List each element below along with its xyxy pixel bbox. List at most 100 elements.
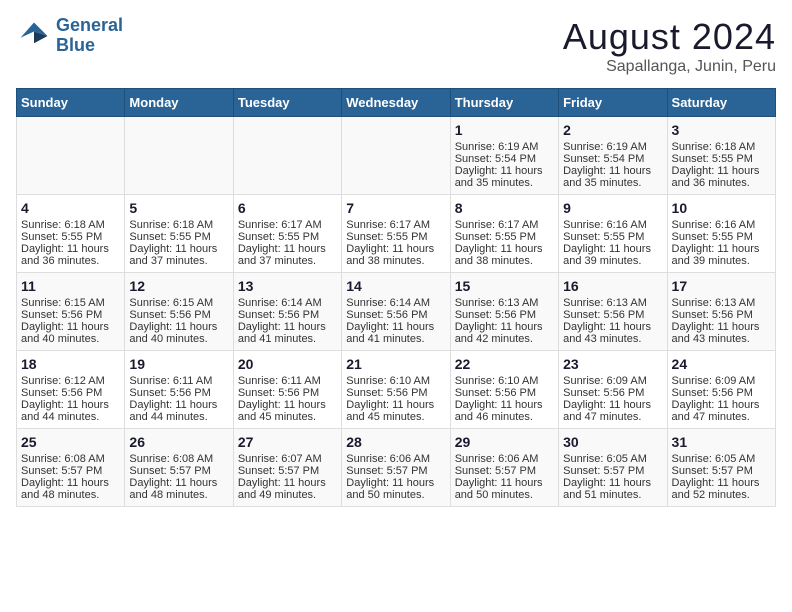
calendar-week-row: 1Sunrise: 6:19 AMSunset: 5:54 PMDaylight… [17,117,776,195]
day-info: Sunrise: 6:18 AM [21,219,120,231]
day-info: and 37 minutes. [238,255,337,267]
calendar-cell: 12Sunrise: 6:15 AMSunset: 5:56 PMDayligh… [125,273,233,351]
day-info: Sunset: 5:56 PM [238,387,337,399]
day-info: Sunrise: 6:07 AM [238,453,337,465]
day-info: Daylight: 11 hours [563,399,662,411]
day-info: Sunset: 5:56 PM [129,309,228,321]
calendar-cell: 14Sunrise: 6:14 AMSunset: 5:56 PMDayligh… [342,273,450,351]
day-info: Sunset: 5:56 PM [346,387,445,399]
day-info: Sunset: 5:57 PM [238,465,337,477]
day-number: 23 [563,356,662,372]
day-header-tuesday: Tuesday [233,89,341,117]
calendar-cell: 18Sunrise: 6:12 AMSunset: 5:56 PMDayligh… [17,351,125,429]
day-number: 24 [672,356,771,372]
calendar-cell: 23Sunrise: 6:09 AMSunset: 5:56 PMDayligh… [559,351,667,429]
calendar-cell: 10 Sunrise: 6:16 AMSunset: 5:55 PMDayligh… [667,195,775,273]
day-info: Daylight: 11 hours [238,321,337,333]
day-header-monday: Monday [125,89,233,117]
day-info: Daylight: 11 hours [455,321,554,333]
day-number: 9 [563,200,662,216]
day-info: and 37 minutes. [129,255,228,267]
day-info: and 49 minutes. [238,489,337,501]
day-info: Sunrise: 6:16 AM [563,219,662,231]
day-info: Sunrise: 6:06 AM [346,453,445,465]
day-info: Sunset: 5:55 PM [21,231,120,243]
calendar-week-row: 25Sunrise: 6:08 AMSunset: 5:57 PMDayligh… [17,429,776,507]
day-number: 13 [238,278,337,294]
day-number: 17 [672,278,771,294]
day-info: Sunset: 5:54 PM [455,153,554,165]
calendar-cell: 20Sunrise: 6:11 AMSunset: 5:56 PMDayligh… [233,351,341,429]
day-info: Daylight: 11 hours [563,165,662,177]
calendar-cell: 16Sunrise: 6:13 AMSunset: 5:56 PMDayligh… [559,273,667,351]
day-number: 20 [238,356,337,372]
page-subtitle: Sapallanga, Junin, Peru [563,58,776,76]
logo: General Blue [16,16,123,56]
calendar-cell: 3Sunrise: 6:18 AMSunset: 5:55 PMDaylight… [667,117,775,195]
day-number: 11 [21,278,120,294]
day-info: and 35 minutes. [455,177,554,189]
day-info: Sunset: 5:55 PM [129,231,228,243]
day-info: Daylight: 11 hours [129,321,228,333]
day-info: and 50 minutes. [455,489,554,501]
calendar-cell: 31Sunrise: 6:05 AMSunset: 5:57 PMDayligh… [667,429,775,507]
calendar-cell [17,117,125,195]
day-info: and 51 minutes. [563,489,662,501]
day-info: Sunrise: 6:09 AM [672,375,771,387]
calendar-body: 1Sunrise: 6:19 AMSunset: 5:54 PMDaylight… [17,117,776,507]
day-info: and 40 minutes. [129,333,228,345]
day-info: Sunset: 5:56 PM [672,309,771,321]
day-info: Sunrise: 6:19 AM [455,141,554,153]
day-info: and 46 minutes. [455,411,554,423]
day-info: and 40 minutes. [21,333,120,345]
day-number: 10 [672,200,771,216]
day-info: Sunrise: 6:11 AM [129,375,228,387]
day-info: Sunrise: 6:16 AM [672,219,771,231]
day-info: and 36 minutes. [21,255,120,267]
day-info: Daylight: 11 hours [672,477,771,489]
day-info: Sunrise: 6:13 AM [455,297,554,309]
day-info: Sunrise: 6:11 AM [238,375,337,387]
day-info: and 45 minutes. [346,411,445,423]
day-info: Sunset: 5:55 PM [455,231,554,243]
page-header: General Blue August 2024 Sapallanga, Jun… [16,16,776,76]
day-info: and 43 minutes. [563,333,662,345]
calendar-cell: 15Sunrise: 6:13 AMSunset: 5:56 PMDayligh… [450,273,558,351]
day-info: Sunset: 5:56 PM [455,309,554,321]
day-info: Daylight: 11 hours [672,399,771,411]
day-info: Sunrise: 6:12 AM [21,375,120,387]
day-number: 4 [21,200,120,216]
day-info: and 45 minutes. [238,411,337,423]
calendar-cell: 17Sunrise: 6:13 AMSunset: 5:56 PMDayligh… [667,273,775,351]
day-number: 29 [455,434,554,450]
title-block: August 2024 Sapallanga, Junin, Peru [563,16,776,76]
day-info: Sunset: 5:57 PM [346,465,445,477]
day-info: Sunrise: 6:14 AM [238,297,337,309]
day-number: 25 [21,434,120,450]
calendar-week-row: 4Sunrise: 6:18 AMSunset: 5:55 PMDaylight… [17,195,776,273]
day-info: Daylight: 11 hours [672,243,771,255]
day-info: Sunset: 5:56 PM [238,309,337,321]
calendar-cell: 4Sunrise: 6:18 AMSunset: 5:55 PMDaylight… [17,195,125,273]
calendar-cell: 25Sunrise: 6:08 AMSunset: 5:57 PMDayligh… [17,429,125,507]
day-info: Daylight: 11 hours [129,243,228,255]
calendar-week-row: 11Sunrise: 6:15 AMSunset: 5:56 PMDayligh… [17,273,776,351]
day-number: 2 [563,122,662,138]
calendar-cell: 8Sunrise: 6:17 AMSunset: 5:55 PMDaylight… [450,195,558,273]
day-info: Sunrise: 6:13 AM [563,297,662,309]
day-info: and 35 minutes. [563,177,662,189]
day-number: 6 [238,200,337,216]
calendar-cell: 22Sunrise: 6:10 AMSunset: 5:56 PMDayligh… [450,351,558,429]
day-info: and 52 minutes. [672,489,771,501]
day-number: 16 [563,278,662,294]
calendar-cell [233,117,341,195]
day-number: 5 [129,200,228,216]
day-info: Sunset: 5:55 PM [672,231,771,243]
calendar-cell: 7Sunrise: 6:17 AMSunset: 5:55 PMDaylight… [342,195,450,273]
day-number: 26 [129,434,228,450]
day-info: and 47 minutes. [672,411,771,423]
day-info: Sunrise: 6:10 AM [455,375,554,387]
day-header-sunday: Sunday [17,89,125,117]
day-info: Daylight: 11 hours [346,243,445,255]
calendar-cell: 29Sunrise: 6:06 AMSunset: 5:57 PMDayligh… [450,429,558,507]
